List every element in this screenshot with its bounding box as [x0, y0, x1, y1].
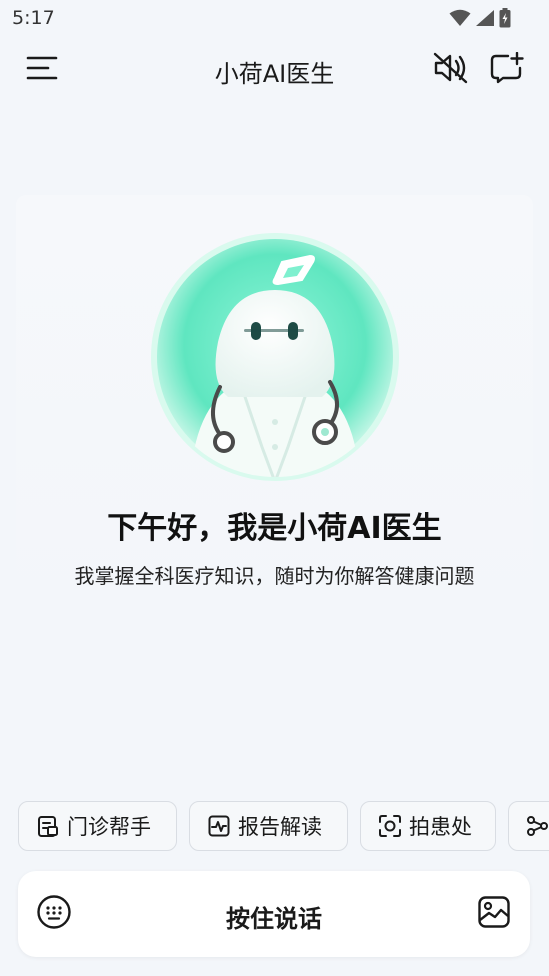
input-bar: 按住说话: [18, 871, 530, 957]
wifi-icon: [449, 9, 471, 31]
chip-label: 拍患处: [409, 815, 472, 839]
hold-to-talk-button[interactable]: 按住说话: [118, 899, 430, 934]
chip-more[interactable]: [508, 801, 549, 851]
app-bar: 小荷AI医生: [0, 40, 549, 100]
clipboard-icon: [35, 813, 61, 839]
chip-photo-affected-area[interactable]: 拍患处: [360, 801, 496, 851]
keyboard-toggle-button[interactable]: [35, 895, 73, 933]
chip-report-reading[interactable]: 报告解读: [189, 801, 348, 851]
upload-image-button[interactable]: [475, 895, 513, 933]
status-icons: [449, 8, 511, 32]
keyboard-icon: [36, 894, 72, 934]
mute-button[interactable]: [430, 51, 472, 89]
share-nodes-icon: [525, 813, 549, 839]
chip-label: 报告解读: [238, 815, 322, 839]
ai-doctor-avatar: [150, 232, 400, 482]
new-chat-button[interactable]: [486, 51, 528, 89]
image-icon: [477, 895, 511, 933]
scan-camera-icon: [377, 813, 403, 839]
chip-label: 门诊帮手: [67, 815, 151, 839]
status-bar: 5:17: [0, 0, 549, 36]
greeting-subtitle: 我掌握全科医疗知识，随时为你解答健康问题: [74, 564, 475, 588]
greeting-heading: 下午好，我是小荷AI医生: [107, 511, 442, 546]
chip-outpatient-helper[interactable]: 门诊帮手: [18, 801, 177, 851]
cellular-signal-icon: [475, 9, 495, 31]
speaker-muted-icon: [433, 52, 469, 88]
status-time: 5:17: [12, 7, 55, 29]
battery-icon: [499, 8, 511, 32]
quick-actions: 门诊帮手 报告解读 拍患处: [18, 801, 549, 853]
new-chat-icon: [490, 51, 524, 88]
report-chart-icon: [206, 813, 232, 839]
